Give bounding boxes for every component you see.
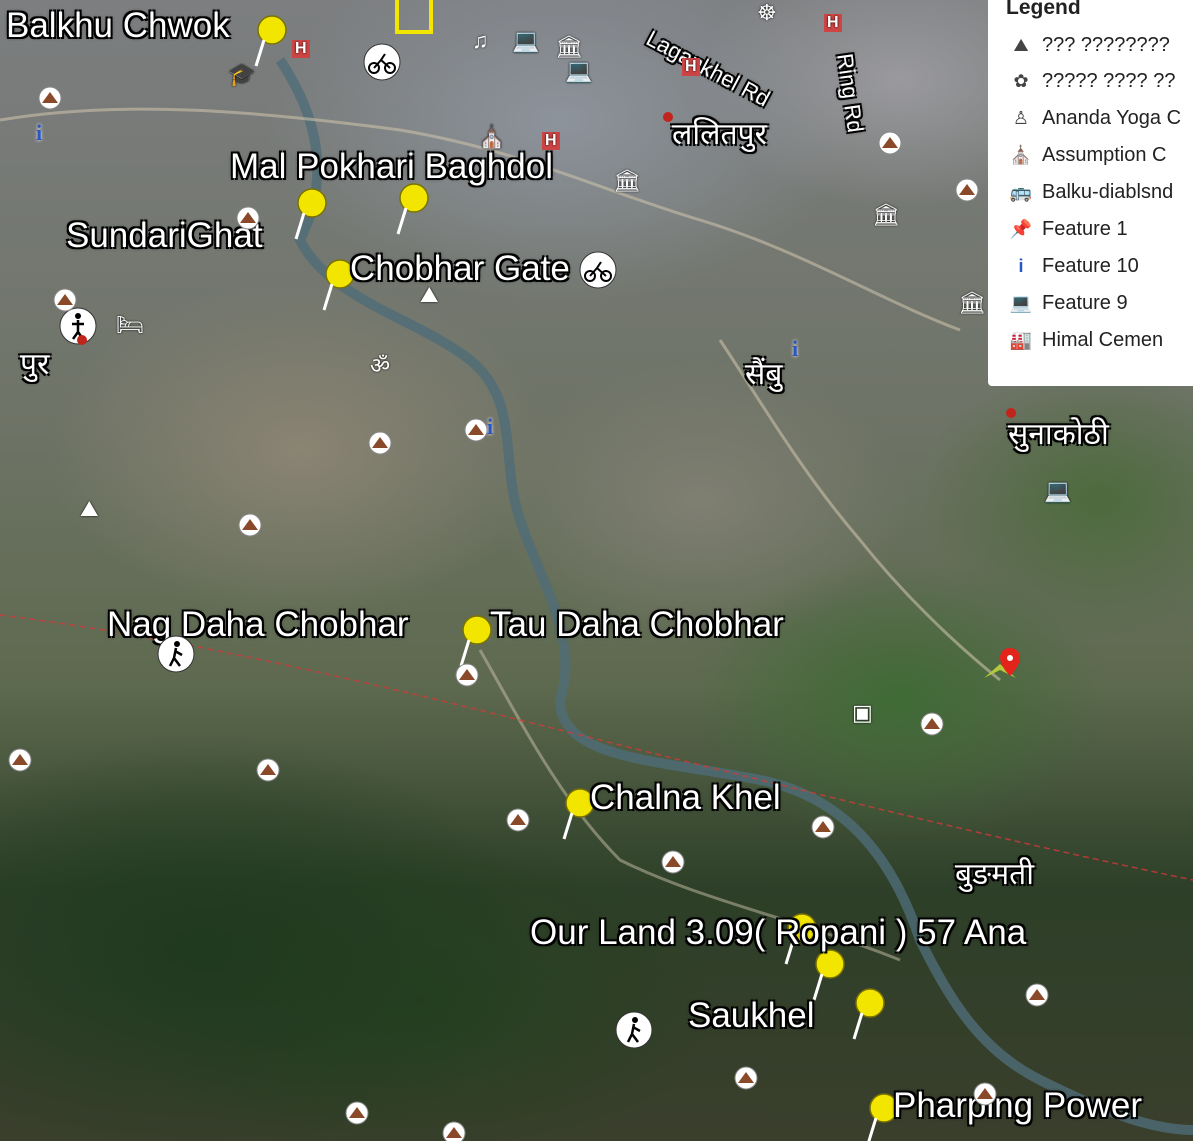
flower-icon: ✿ bbox=[1013, 71, 1029, 91]
place-label: Chobhar Gate bbox=[350, 249, 570, 288]
music-icon[interactable]: ♫ bbox=[472, 28, 489, 54]
walking-person-icon[interactable] bbox=[156, 634, 196, 674]
laptop-icon[interactable]: 💻 bbox=[512, 28, 539, 54]
pushpin-icon[interactable] bbox=[808, 946, 848, 1002]
laptop-icon[interactable]: 💻 bbox=[1044, 478, 1071, 504]
legend-item[interactable]: ✿????? ???? ?? bbox=[1006, 70, 1193, 102]
place-label: Saukhel bbox=[688, 996, 815, 1035]
place-label-devanagari: ललितपुर bbox=[672, 117, 767, 152]
red-dot-icon[interactable] bbox=[663, 112, 673, 122]
place-label: Our Land 3.09( Ropani ) 57 Ana bbox=[530, 913, 1027, 952]
pushpin-icon[interactable] bbox=[290, 185, 330, 241]
legend-title: Legend bbox=[1006, 0, 1081, 19]
museum-icon[interactable]: 🏛 bbox=[613, 168, 641, 194]
place-label: Mal Pokhari Baghdol bbox=[230, 147, 553, 186]
hiker-pair-icon[interactable]: ⛰ bbox=[420, 282, 438, 308]
square-icon[interactable]: ▣ bbox=[852, 700, 873, 726]
place-label: Tau Daha Chobhar bbox=[490, 605, 784, 644]
museum-icon[interactable]: 🏛 bbox=[872, 202, 900, 228]
factory-icon: 🏭 bbox=[1009, 330, 1033, 350]
place-label-devanagari: सुनाकोठी bbox=[1008, 417, 1109, 452]
hospital-icon[interactable]: H bbox=[682, 58, 700, 76]
legend-item[interactable]: 🏭 Himal Cemen bbox=[1006, 329, 1193, 361]
church-icon[interactable]: ⛪ bbox=[478, 124, 505, 150]
pushpin-icon[interactable] bbox=[848, 985, 888, 1041]
info-icon[interactable]: i bbox=[487, 414, 493, 440]
legend-item[interactable]: 📌 Feature 1 bbox=[1006, 218, 1193, 250]
place-label-devanagari: सैंबु bbox=[745, 357, 783, 392]
legend-item[interactable]: ♙ Ananda Yoga C bbox=[1006, 107, 1193, 139]
red-dot-icon[interactable] bbox=[1006, 408, 1016, 418]
legend-item[interactable]: i Feature 10 bbox=[1006, 255, 1193, 287]
selection-box[interactable] bbox=[395, 0, 433, 34]
place-label-devanagari: बुङमती bbox=[955, 857, 1035, 892]
legend-item[interactable]: ⛰??? ???????? bbox=[1006, 34, 1193, 66]
legend-panel: Legend ⛰??? ???????? ✿????? ???? ?? ♙ Ana… bbox=[988, 0, 1193, 386]
place-label: Chalna Khel bbox=[590, 778, 781, 817]
info-icon: i bbox=[1018, 256, 1024, 276]
pushpin-icon[interactable] bbox=[250, 12, 290, 68]
wheel-icon[interactable]: ☸ bbox=[757, 0, 777, 26]
om-icon[interactable]: ॐ bbox=[370, 350, 390, 380]
walking-person-icon[interactable] bbox=[614, 1010, 654, 1050]
museum-icon[interactable]: 🏛 bbox=[555, 34, 583, 60]
place-label: Nag Daha Chobhar bbox=[107, 605, 409, 644]
hospital-icon[interactable]: H bbox=[824, 14, 842, 32]
cyclist-icon[interactable] bbox=[362, 42, 402, 82]
place-label: Pharping Power bbox=[893, 1086, 1143, 1125]
pushpin-icon[interactable] bbox=[392, 180, 432, 236]
laptop-icon: 💻 bbox=[1009, 293, 1033, 313]
laptop-icon[interactable]: 💻 bbox=[565, 58, 592, 84]
info-icon[interactable]: i bbox=[36, 120, 42, 146]
legend-item[interactable]: ⛪ Assumption C bbox=[1006, 144, 1193, 176]
hiker-pair-icon[interactable]: ⛰ bbox=[80, 496, 98, 522]
yoga-icon: ♙ bbox=[1012, 108, 1030, 128]
church-icon: ⛪ bbox=[1009, 145, 1033, 165]
place-label: SundariGhat bbox=[66, 216, 263, 255]
info-icon[interactable]: i bbox=[792, 336, 798, 362]
cyclist-icon[interactable] bbox=[578, 250, 618, 290]
person-pin-icon[interactable] bbox=[58, 306, 98, 346]
place-label-devanagari: पुर bbox=[20, 347, 50, 382]
hospital-icon[interactable]: H bbox=[542, 132, 560, 150]
hill-icon: ⛰ bbox=[1013, 35, 1029, 55]
bed-icon[interactable]: 🛏 bbox=[116, 312, 144, 338]
bus-icon: 🚌 bbox=[1009, 182, 1033, 202]
pushpin-icon[interactable] bbox=[455, 612, 495, 668]
legend-item[interactable]: 🚌 Balku-diablsnd bbox=[1006, 181, 1193, 213]
place-label: Balkhu Chwok bbox=[6, 6, 230, 45]
hospital-icon[interactable]: H bbox=[292, 40, 310, 58]
legend-item[interactable]: 💻 Feature 9 bbox=[1006, 292, 1193, 324]
school-icon[interactable]: 🎓 bbox=[228, 62, 255, 88]
location-marker-icon[interactable] bbox=[980, 644, 1020, 684]
pushpin-icon: 📌 bbox=[1009, 219, 1033, 239]
museum-icon[interactable]: 🏛 bbox=[958, 290, 986, 316]
